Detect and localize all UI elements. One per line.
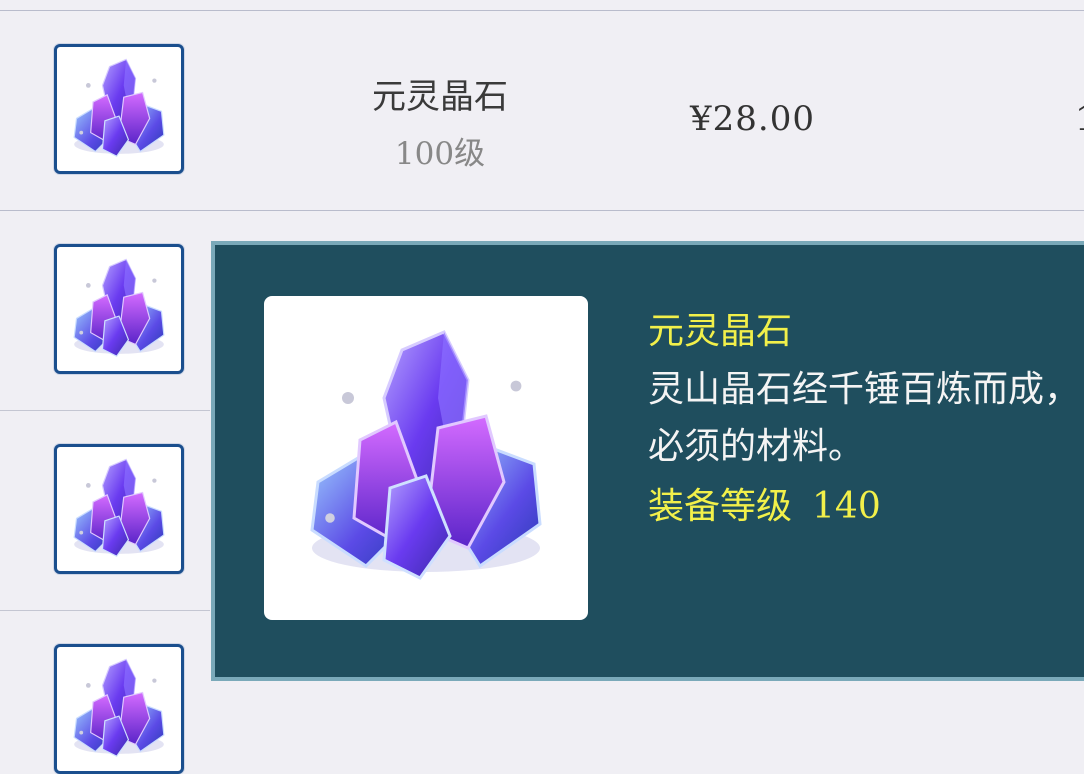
item-name: 元灵晶石 xyxy=(372,77,508,117)
tooltip-description-line: 必须的材料。 xyxy=(648,426,865,467)
table-row[interactable]: 元灵晶石 100级 ¥28.00 1 xyxy=(0,11,1084,211)
purple-crystal-cluster-icon[interactable] xyxy=(54,44,184,174)
tooltip-description: 灵山晶石经千锤百炼而成， 必须的材料。 xyxy=(648,361,1084,475)
row-divider xyxy=(0,410,210,411)
equip-level-label: 装备等级 xyxy=(648,486,793,527)
tooltip-crystal-image xyxy=(264,296,588,620)
item-level: 100级 xyxy=(394,136,486,172)
tooltip-equip-level: 装备等级 140 xyxy=(648,477,881,529)
item-price: ¥28.00 xyxy=(690,99,815,139)
purple-crystal-cluster-icon[interactable] xyxy=(54,244,184,374)
purple-crystal-cluster-icon[interactable] xyxy=(54,644,184,774)
purple-crystal-cluster-icon[interactable] xyxy=(54,444,184,574)
equip-level-value: 140 xyxy=(812,486,881,527)
tooltip-description-line: 灵山晶石经千锤百炼而成， xyxy=(648,369,1081,410)
tooltip-item-name: 元灵晶石 xyxy=(648,311,793,352)
row-divider xyxy=(0,610,210,611)
truncated-column-text: 1 xyxy=(1075,99,1084,139)
